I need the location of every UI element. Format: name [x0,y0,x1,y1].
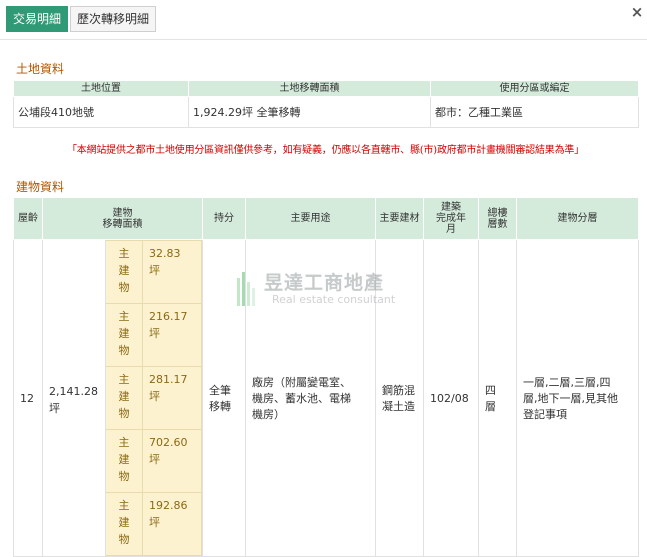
building-main-use: 廠房（附屬變電室、 機房、蓄水池、電梯 機房） [245,239,376,557]
header-age: 屋齡 [13,197,43,240]
header-main-material: 主要建材 [375,197,424,240]
zoning-notice: 「本網站提供之都市土地使用分區資訊僅供參考，如有疑義，仍應以各直轄市、縣(市)政… [66,145,584,156]
building-total-area: 2,141.28 坪 [49,385,98,415]
header-main-use: 主要用途 [245,197,376,240]
sub-item-area: 216.17 坪 [142,303,202,367]
building-age: 12 [13,239,43,557]
sub-item-kind: 主 建 物 [105,303,143,367]
building-area-cell: 2,141.28 坪 主 建 物 32.83 坪 主 建 物 216.17 坪 … [42,239,203,557]
sub-item-area: 281.17 坪 [142,366,202,430]
tab-bar: 交易明細 歷次轉移明細 [6,6,158,32]
header-share: 持分 [202,197,246,240]
building-section-title: 建物資料 [16,180,65,194]
land-zoning: 都市：乙種工業區 [430,96,639,128]
land-section-title: 土地資料 [16,62,65,76]
sub-item-kind: 主 建 物 [105,429,143,493]
building-completion-date: 102/08 [423,239,479,557]
tab-transfer-history[interactable]: 歷次轉移明細 [70,6,157,32]
header-floor-layers: 建物分層 [516,197,639,240]
sub-item-kind: 主 建 物 [105,492,143,556]
sub-item-area: 32.83 坪 [142,240,202,304]
close-icon[interactable]: × [630,5,644,20]
header-completion-date: 建築 完成年 月 [423,197,479,240]
building-area-detail: 2,141.28 坪 主 建 物 32.83 坪 主 建 物 216.17 坪 … [43,240,202,556]
land-header-zoning: 使用分區或編定 [430,80,639,97]
building-share: 全筆 移轉 [202,239,246,557]
divider [0,39,647,40]
sub-item-area: 702.60 坪 [142,429,202,493]
building-table: 屋齡 建物 移轉面積 持分 主要用途 主要建材 建築 完成年 月 總樓 層數 建… [13,197,639,557]
land-table: 土地位置 土地移轉面積 使用分區或編定 公埔段410地號 1,924.29坪 全… [13,80,639,128]
header-total-floors: 總樓 層數 [478,197,517,240]
land-header-location: 土地位置 [13,80,189,97]
sub-item-kind: 主 建 物 [105,366,143,430]
land-location: 公埔段410地號 [13,96,189,128]
land-header-area: 土地移轉面積 [188,80,431,97]
land-area: 1,924.29坪 全筆移轉 [188,96,431,128]
header-transfer-area: 建物 移轉面積 [42,197,203,240]
tab-transaction-details[interactable]: 交易明細 [6,6,69,32]
sub-item-kind: 主 建 物 [105,240,143,304]
building-floor-layers: 一層,二層,三層,四 層,地下一層,見其他 登記事項 [516,239,639,557]
building-material: 鋼筋混 凝土造 [375,239,424,557]
sub-item-area: 192.86 坪 [142,492,202,556]
building-total-floors: 四 層 [478,239,517,557]
